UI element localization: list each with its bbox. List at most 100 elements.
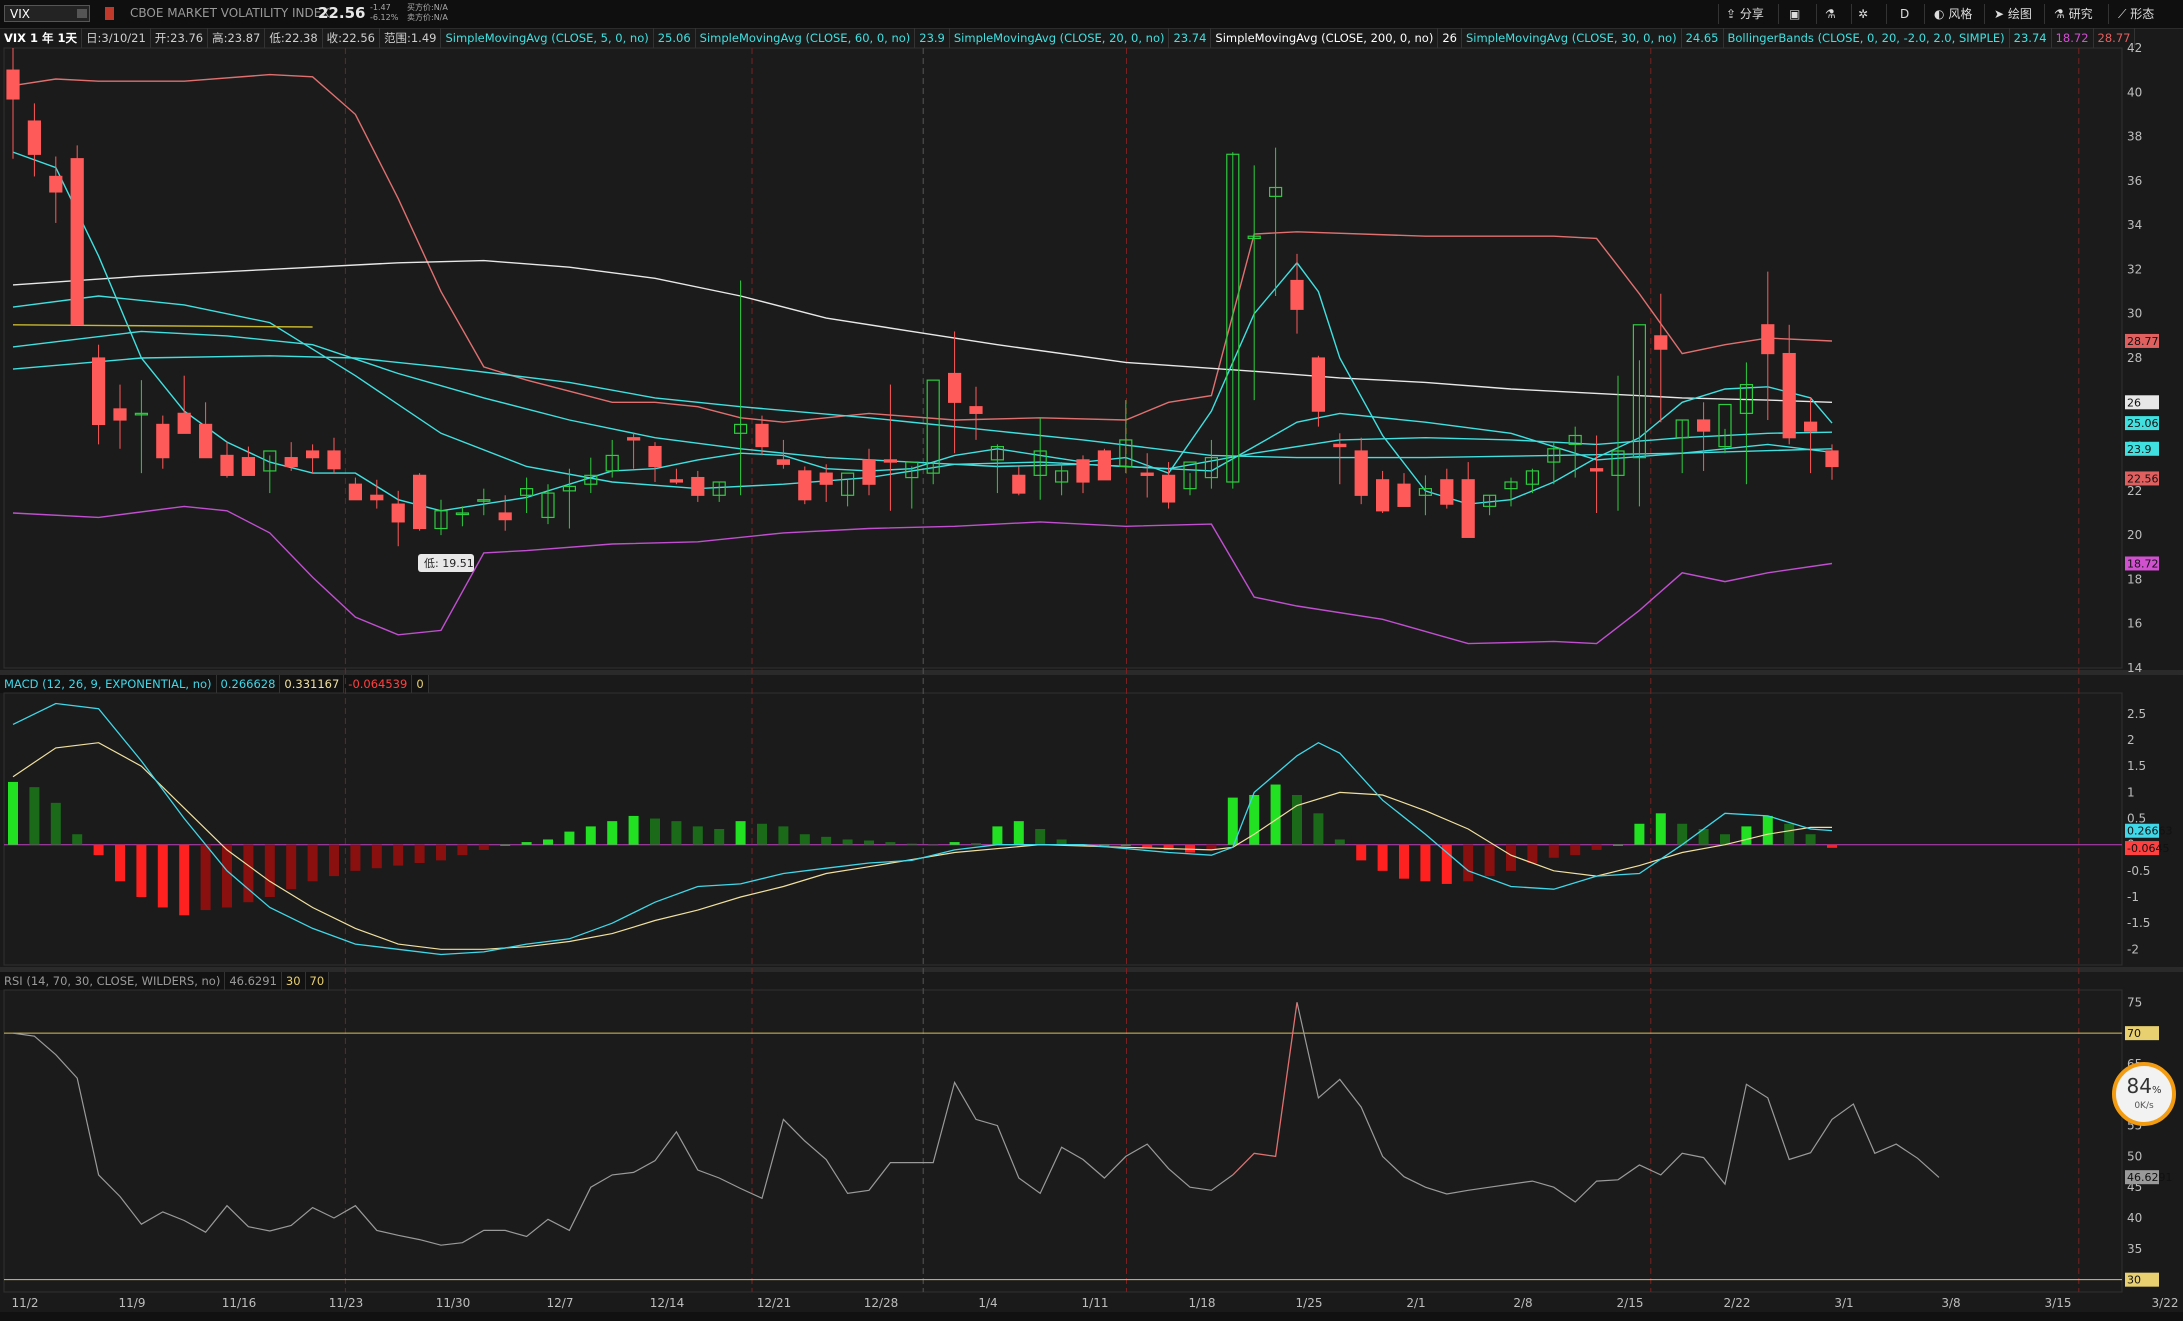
rsi-axis-tick: 75 [2127,995,2142,1009]
macd-histogram-bar [692,826,703,845]
candle-body [1654,335,1668,350]
candle-body [27,120,41,155]
date-axis-tick: 1/4 [978,1296,997,1310]
macd-axis-tick: 1.5 [2127,759,2146,773]
date-axis-tick: 2/15 [1617,1296,1644,1310]
price-tag: 22.56 [2127,472,2159,485]
study-bollinger[interactable]: BollingerBands (CLOSE, 0, 20, -2.0, 2.0,… [1724,28,2010,48]
network-speed-widget[interactable]: 84% 0K/s [2112,1062,2176,1126]
rsi-oversold-value: 30 [282,972,306,992]
macd-histogram-bar [521,842,532,845]
ask-value: 卖方价:N/A [407,13,448,22]
close-label: 收:22.56 [323,28,380,48]
macd-axis-tick: 0.5 [2127,812,2146,826]
pattern-button[interactable]: ⟋ 形态 [2118,0,2154,28]
macd-histogram-bar [799,834,810,845]
bollinger-upper-value: 28.77 [2094,28,2136,48]
candle-body [1782,352,1796,439]
aggregation-button[interactable]: D [1900,0,1909,28]
macd-diff-value: -0.064539 [344,675,413,695]
candle-body [91,357,106,426]
macd-histogram-bar [72,834,83,845]
candle-body [1033,450,1047,476]
date-axis-tick: 11/23 [329,1296,364,1310]
candle-body [733,423,748,434]
settings-button[interactable]: ✲ [1858,0,1868,28]
flask-button[interactable]: ⚗ [1825,0,1836,28]
macd-histogram-bar [1292,795,1302,845]
candle-body [562,485,577,492]
macd-histogram-bar [928,844,939,846]
draw-button[interactable]: ➤ 绘图 [1994,0,2032,28]
study-sma30-value: 24.65 [1682,28,1724,48]
macd-histogram-bar [842,839,853,845]
macd-histogram-bar [1013,821,1024,845]
style-button[interactable]: ◐ 风格 [1934,0,1972,28]
macd-histogram-bar [1805,834,1816,845]
macd-histogram-bar [436,844,446,861]
candle-body [177,412,191,434]
symbol-input[interactable]: VIX [4,5,90,22]
candle-body [1076,459,1090,483]
macd-histogram-bar [1078,844,1088,846]
price-axis-tick: 34 [2127,218,2142,232]
macd-histogram-bar [1334,839,1345,845]
study-sma5-value: 25.06 [654,28,696,48]
macd-histogram-bar [778,826,789,845]
rsi-tag-box [2125,1026,2159,1041]
date-axis-tick: 11/9 [119,1296,146,1310]
bollinger-upper-line [12,73,1833,423]
study-sma60[interactable]: SimpleMovingAvg (CLOSE, 60, 0, no) [696,28,916,48]
study-sma5[interactable]: SimpleMovingAvg (CLOSE, 5, 0, no) [441,28,654,48]
horizontal-scrollbar[interactable] [0,1312,2183,1321]
rsi-tag: 70 [2127,1027,2141,1040]
price-tag-box [2125,441,2159,456]
candle-body [370,494,384,501]
macd-histogram-bar [1142,844,1153,848]
price-axis-tick: 14 [2127,661,2142,675]
macd-histogram-bar [992,826,1003,845]
candle-body [1504,481,1518,490]
study-sma20-value: 23.74 [1169,28,1212,48]
date-axis-tick: 3/1 [1834,1296,1853,1310]
candle-body [776,459,791,465]
price-axis-tick: 40 [2127,85,2142,99]
study-sma30[interactable]: SimpleMovingAvg (CLOSE, 30, 0, no) [1462,28,1682,48]
style-icon: ◐ [1934,7,1945,21]
research-button[interactable]: ⚗ 研究 [2054,0,2093,28]
date-axis-tick: 12/7 [547,1296,574,1310]
rsi-line [12,1032,1234,1246]
pane-background [3,692,2123,966]
calendar-button[interactable]: ▣ [1789,0,1800,28]
study-sma200[interactable]: SimpleMovingAvg (CLOSE, 200, 0, no) [1211,28,1439,48]
candle-body [1140,472,1154,476]
sma60-line [12,355,1833,459]
rsi-line [1296,1002,1940,1203]
candle-body [70,158,84,326]
study-sma20[interactable]: SimpleMovingAvg (CLOSE, 20, 0, no) [950,28,1170,48]
alert-icon[interactable]: ! [8,51,23,66]
date-axis-tick: 1/25 [1296,1296,1323,1310]
chart-canvas[interactable]: 141618202224262830323436384042-2-1.5-1-0… [0,0,2183,1321]
timeframe-label[interactable]: VIX 1 年 1天 [0,28,83,48]
symbol-dropdown-icon[interactable] [77,9,87,18]
macd-histogram-bar [564,831,575,845]
macd-histogram-bar [1827,844,1837,848]
macd-study-label[interactable]: MACD (12, 26, 9, EXPONENTIAL, no) [0,675,217,695]
sma5-line [12,151,1833,512]
candle-body [819,472,833,485]
macd-histogram-bar [1548,844,1559,858]
calendar-icon: ▣ [1789,7,1801,21]
toolbar-separator [1924,4,1925,24]
candle-body [1611,450,1625,476]
gear-icon: ✲ [1858,7,1869,21]
candle-body [1183,461,1197,490]
sma30-line [12,330,1833,470]
macd-histogram-bar [671,821,682,845]
flag-icon[interactable] [105,7,114,20]
share-button[interactable]: ⇪ 分享 [1726,0,1764,28]
candle-body [1290,279,1304,310]
macd-line [12,702,1833,956]
candle-body [691,476,705,496]
rsi-study-label[interactable]: RSI (14, 70, 30, CLOSE, WILDERS, no) [0,972,226,992]
